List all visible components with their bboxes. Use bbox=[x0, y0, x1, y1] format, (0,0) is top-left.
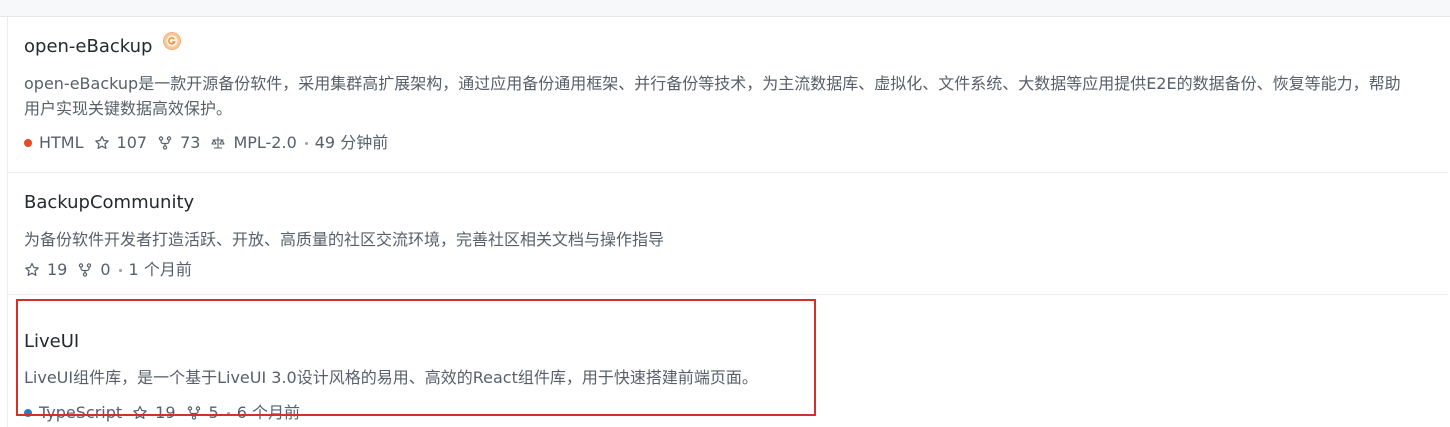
license: MPL-2.0 bbox=[210, 133, 297, 153]
repo-item-open-ebackup: open-eBackup open-eBackup是一款开源备份软件，采用集群高… bbox=[8, 17, 1448, 173]
separator-dot bbox=[118, 268, 122, 272]
repo-title-link[interactable]: BackupCommunity bbox=[24, 192, 194, 214]
repo-meta: HTML 107 73 MPL-2.0 49 分钟前 bbox=[24, 133, 398, 153]
fork-icon bbox=[158, 136, 172, 150]
language-color-dot bbox=[24, 139, 32, 147]
fork-icon bbox=[187, 406, 200, 420]
updated-time: 6 个月前 bbox=[236, 403, 300, 422]
star-count: 19 bbox=[47, 260, 68, 279]
repo-item-liveui: LiveUI LiveUI组件库，是一个基于LiveUI 3.0设计风格的易用、… bbox=[8, 295, 1448, 427]
star-icon bbox=[94, 135, 109, 149]
repo-meta: 19 0 1 个月前 bbox=[24, 260, 202, 280]
repo-list-page: open-eBackup open-eBackup是一款开源备份软件，采用集群高… bbox=[0, 0, 1450, 427]
updated-time: 49 分钟前 bbox=[314, 133, 389, 152]
repo-description: 为备份软件开发者打造活跃、开放、高质量的社区交流环境，完善社区相关文档与操作指导 bbox=[24, 230, 665, 249]
forks[interactable]: 0 bbox=[77, 260, 111, 280]
fork-count: 73 bbox=[180, 133, 201, 152]
language-label: HTML bbox=[39, 133, 84, 152]
repo-description: LiveUI组件库，是一个基于LiveUI 3.0设计风格的易用、高效的Reac… bbox=[24, 368, 758, 387]
repo-meta: TypeScript 19 5 6 个月前 bbox=[24, 403, 310, 423]
top-bar bbox=[0, 0, 1450, 17]
separator-dot bbox=[226, 411, 230, 415]
repo-title-link[interactable]: open-eBackup bbox=[24, 36, 152, 58]
repo-item-backupcommunity: BackupCommunity 为备份软件开发者打造活跃、开放、高质量的社区交流… bbox=[8, 173, 1448, 295]
repo-description: open-eBackup是一款开源备份软件，采用集群高扩展架构，通过应用备份通用… bbox=[24, 74, 1401, 118]
forks[interactable]: 5 bbox=[186, 403, 219, 423]
stars[interactable]: 19 bbox=[24, 260, 67, 280]
forks[interactable]: 73 bbox=[157, 133, 200, 153]
updated-time: 1 个月前 bbox=[128, 260, 192, 279]
repository-list: open-eBackup open-eBackup是一款开源备份软件，采用集群高… bbox=[7, 17, 1448, 427]
separator-dot bbox=[304, 141, 308, 145]
star-count: 107 bbox=[116, 133, 148, 152]
license-label: MPL-2.0 bbox=[233, 133, 297, 152]
star-icon bbox=[133, 405, 147, 419]
star-count: 19 bbox=[155, 403, 176, 422]
stars[interactable]: 19 bbox=[132, 403, 176, 423]
fork-count: 0 bbox=[100, 260, 111, 279]
language-label: TypeScript bbox=[39, 403, 123, 422]
language-color-dot bbox=[24, 409, 32, 417]
stars[interactable]: 107 bbox=[94, 133, 148, 153]
language: HTML bbox=[24, 133, 84, 153]
gitee-recommend-badge-icon bbox=[163, 32, 181, 50]
language: TypeScript bbox=[24, 403, 122, 423]
fork-icon bbox=[79, 263, 92, 277]
repo-title-link[interactable]: LiveUI bbox=[24, 331, 79, 353]
law-scale-icon bbox=[211, 137, 225, 149]
star-icon bbox=[25, 262, 39, 276]
fork-count: 5 bbox=[208, 403, 219, 422]
